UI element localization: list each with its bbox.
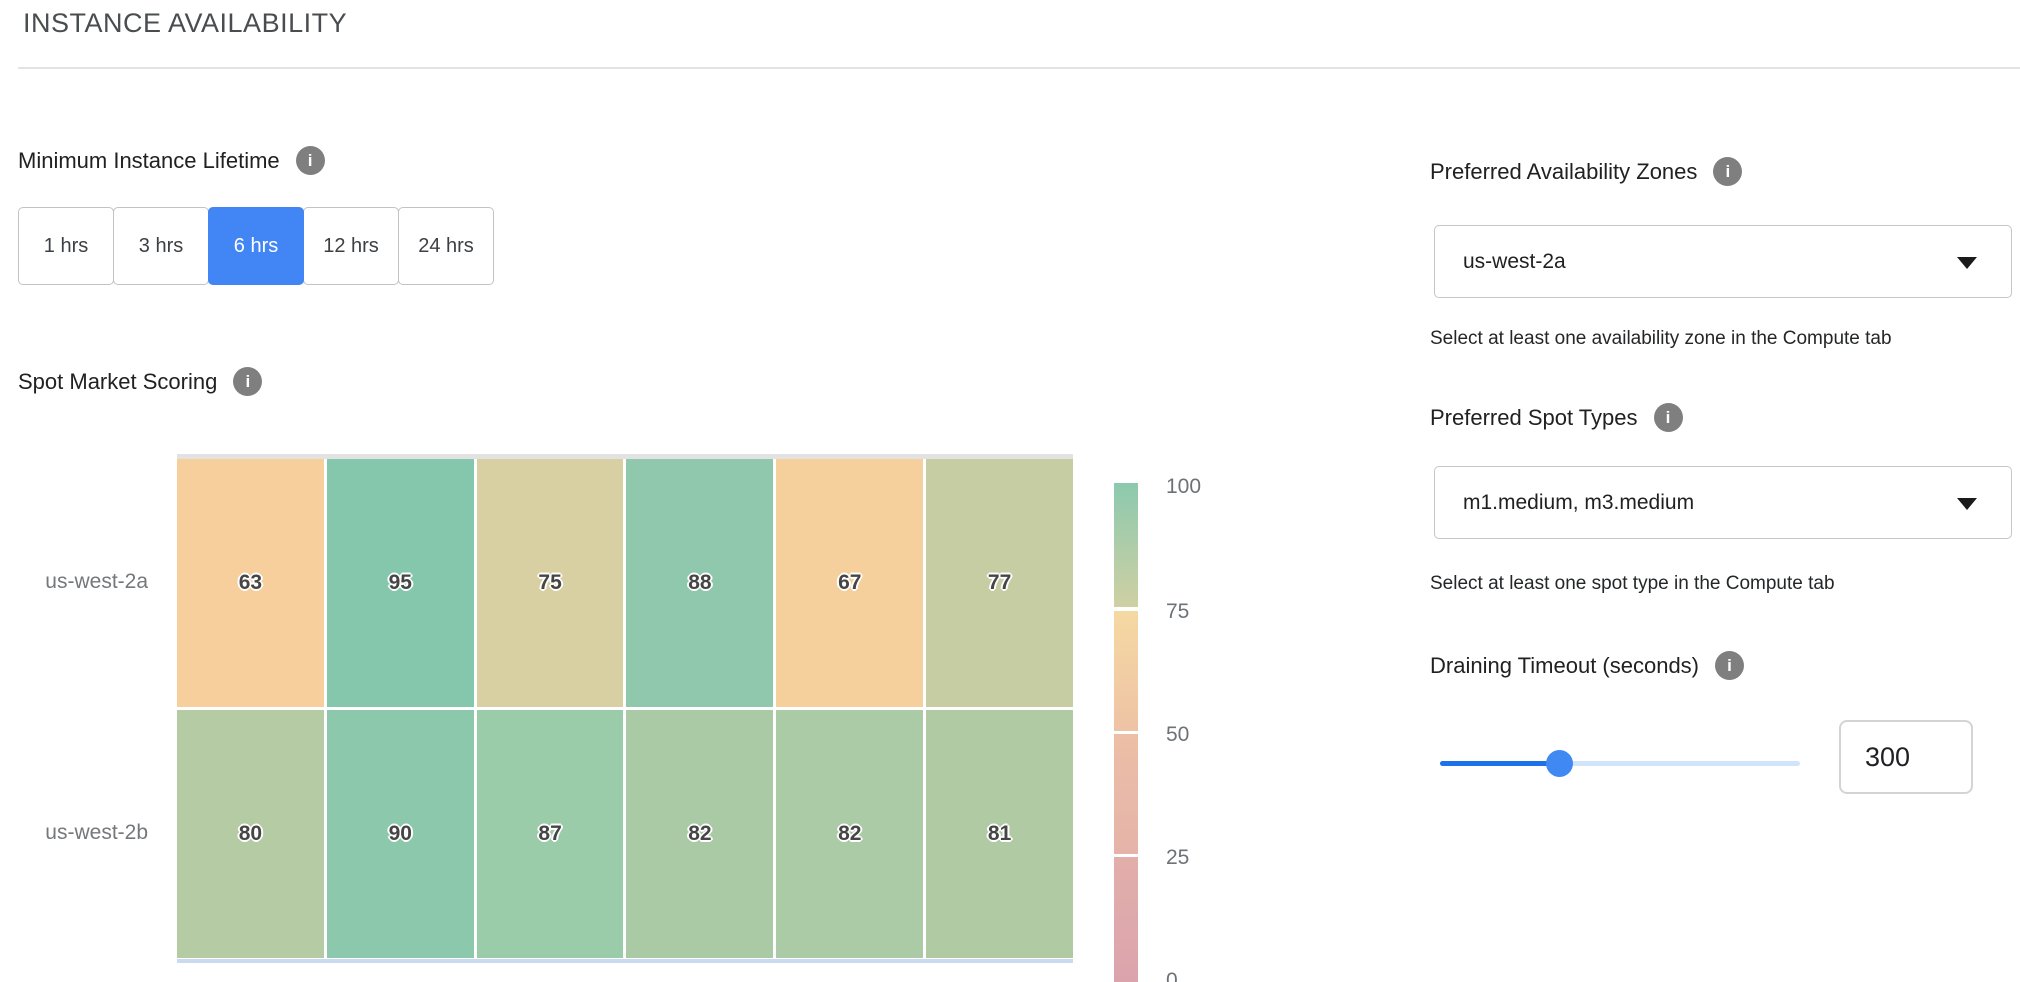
- info-icon[interactable]: i: [233, 367, 262, 396]
- draining-timeout-slider[interactable]: [1440, 748, 1800, 778]
- heatmap-row-label: us-west-2a: [0, 570, 148, 594]
- heatmap-cell: 81: [926, 710, 1073, 958]
- colorbar-segment: [1114, 483, 1138, 607]
- colorbar-tick: 100: [1166, 474, 1201, 500]
- lifetime-option-3-hrs[interactable]: 3 hrs: [113, 207, 209, 285]
- spot-types-helper: Select at least one spot type in the Com…: [1430, 573, 1835, 595]
- colorbar-segment: [1114, 857, 1138, 982]
- colorbar-tick: 50: [1166, 722, 1189, 748]
- draining-timeout-label: Draining Timeout (seconds): [1430, 653, 1699, 679]
- info-icon[interactable]: i: [1654, 403, 1683, 432]
- preferred-availability-zones-label: Preferred Availability Zones: [1430, 159, 1697, 185]
- minimum-instance-lifetime-label: Minimum Instance Lifetime: [18, 148, 280, 174]
- colorbar-tick: 25: [1166, 845, 1189, 871]
- draining-timeout-input[interactable]: [1839, 720, 1973, 794]
- info-icon[interactable]: i: [1715, 651, 1744, 680]
- heatmap-cell: 87: [477, 710, 624, 958]
- lifetime-option-12-hrs[interactable]: 12 hrs: [303, 207, 399, 285]
- chevron-down-icon: [1957, 498, 1977, 510]
- colorbar-tick: 75: [1166, 599, 1189, 625]
- heatmap-cell: 82: [626, 710, 773, 958]
- chevron-down-icon: [1957, 257, 1977, 269]
- heatmap-cell: 67: [776, 459, 923, 707]
- heatmap-row-label: us-west-2b: [0, 821, 148, 845]
- heatmap-cell: 63: [177, 459, 324, 707]
- spot-types-value: m1.medium, m3.medium: [1463, 491, 1694, 515]
- lifetime-option-1-hrs[interactable]: 1 hrs: [18, 207, 114, 285]
- colorbar-segment: [1114, 611, 1138, 731]
- availability-zones-helper: Select at least one availability zone in…: [1430, 328, 1892, 350]
- spot-types-dropdown[interactable]: m1.medium, m3.medium: [1434, 466, 2012, 539]
- slider-fill: [1440, 761, 1559, 766]
- heatmap-bottom-axis: [177, 959, 1073, 963]
- heatmap-cell: 95: [327, 459, 474, 707]
- heatmap-cell: 88: [626, 459, 773, 707]
- lifetime-option-24-hrs[interactable]: 24 hrs: [398, 207, 494, 285]
- slider-thumb[interactable]: [1546, 750, 1573, 777]
- heatmap-cell: 90: [327, 710, 474, 958]
- availability-zones-dropdown[interactable]: us-west-2a: [1434, 225, 2012, 298]
- colorbar-tick: 0: [1166, 968, 1178, 982]
- heatmap-colorbar: [1114, 483, 1138, 982]
- preferred-spot-types-label: Preferred Spot Types: [1430, 405, 1638, 431]
- heatmap-cell: 77: [926, 459, 1073, 707]
- lifetime-option-6-hrs[interactable]: 6 hrs: [208, 207, 304, 285]
- page-title: INSTANCE AVAILABILITY: [23, 8, 347, 39]
- heatmap-grid: 639575886777809087828281: [177, 459, 1073, 958]
- header-divider: [18, 67, 2020, 69]
- spot-market-scoring-label: Spot Market Scoring: [18, 369, 217, 395]
- lifetime-button-group: 1 hrs3 hrs6 hrs12 hrs24 hrs: [18, 207, 494, 285]
- colorbar-segment: [1114, 734, 1138, 854]
- heatmap-cell: 82: [776, 710, 923, 958]
- availability-zones-value: us-west-2a: [1463, 250, 1566, 274]
- heatmap-cell: 80: [177, 710, 324, 958]
- heatmap-cell: 75: [477, 459, 624, 707]
- info-icon[interactable]: i: [1713, 157, 1742, 186]
- instance-availability-panel: INSTANCE AVAILABILITY Minimum Instance L…: [0, 0, 2020, 982]
- info-icon[interactable]: i: [296, 146, 325, 175]
